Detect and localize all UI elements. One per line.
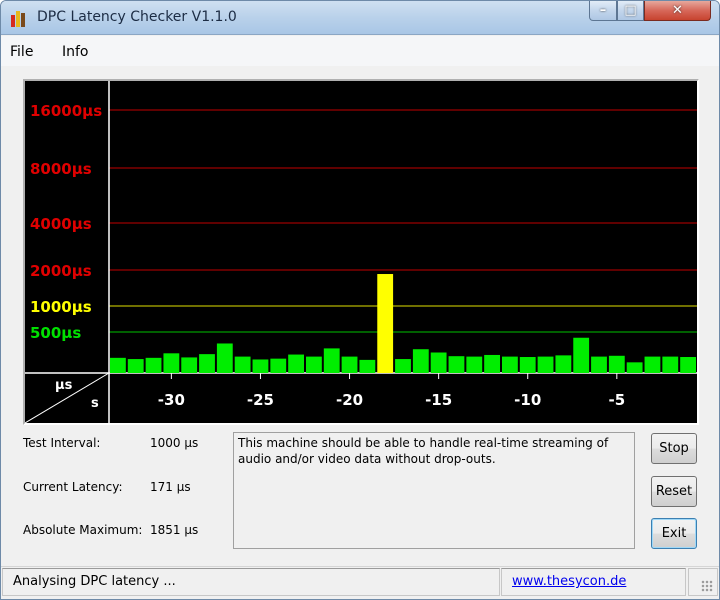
app-window: DPC Latency Checker V1.1.0 – □ ✕ File In… [0,0,720,600]
y-tick-label: 2000µs [30,262,92,280]
size-grip-pane [688,568,718,596]
close-icon: ✕ [672,3,683,18]
latency-chart-frame: 16000µs 8000µs 4000µs 2000µs 1000µs 500µs µs s -… [23,79,699,425]
stop-button[interactable]: Stop [651,433,697,464]
x-tick-label: -5 [608,391,625,409]
status-pane: Analysing DPC latency ... [2,568,500,596]
website-link[interactable]: www.thesycon.de [512,574,626,589]
latency-bar [377,274,394,373]
latency-bar [110,357,126,373]
test-interval-value: 1000 µs [150,436,199,450]
latency-bar [573,337,590,373]
latency-bar [163,353,180,373]
latency-bar [448,356,465,373]
latency-bar [395,359,411,373]
latency-bar [234,356,251,373]
latency-bar [608,355,625,373]
latency-bar [323,348,340,373]
menu-file[interactable]: File [10,44,33,60]
status-bar: Analysing DPC latency ... www.thesycon.d… [1,566,719,599]
latency-bar [216,343,233,373]
current-latency-label: Current Latency: [23,480,123,494]
current-latency-value: 171 µs [150,480,191,494]
latency-bar [466,356,483,373]
latency-bar [644,356,661,373]
window-title: DPC Latency Checker V1.1.0 [37,9,237,25]
y-tick-label: 8000µs [30,160,92,178]
menu-bar: File Info [1,36,719,66]
latency-bar [270,358,287,373]
menu-info[interactable]: Info [62,44,89,60]
result-message-text: This machine should be able to handle re… [238,436,609,466]
x-tick-label: -20 [336,391,363,409]
latency-bar [519,357,536,373]
y-tick-label: 500µs [30,324,81,342]
result-message: This machine should be able to handle re… [233,432,635,549]
latency-bar [662,356,679,373]
latency-bar [555,355,572,373]
corner-x-unit: s [91,396,99,411]
x-tick-label: -25 [247,391,274,409]
latency-bar [680,357,696,373]
maximize-button[interactable]: □ [617,1,644,21]
latency-bar [626,362,643,373]
latency-bar [199,354,215,373]
latency-bar [306,356,322,373]
latency-bar [359,359,376,373]
corner-y-unit: µs [55,378,73,393]
exit-button[interactable]: Exit [651,518,697,549]
title-bar[interactable]: DPC Latency Checker V1.1.0 – □ ✕ [1,1,719,35]
maximize-icon: □ [624,3,637,18]
latency-bar [484,354,500,373]
reset-button[interactable]: Reset [651,476,697,507]
close-button[interactable]: ✕ [644,1,711,21]
app-icon [11,10,28,27]
latency-bar [252,359,269,373]
latency-bar [127,359,144,373]
x-tick-label: -10 [514,391,541,409]
website-pane: www.thesycon.de [501,568,686,596]
latency-bar [591,356,607,373]
status-text: Analysing DPC latency ... [13,574,176,589]
minimize-icon: – [599,3,607,18]
latency-bar [430,352,447,373]
latency-bar [145,357,162,373]
x-tick-label: -15 [425,391,452,409]
y-tick-label: 4000µs [30,215,92,233]
latency-bar [288,354,304,373]
latency-bar [181,357,198,373]
test-interval-label: Test Interval: [23,436,101,450]
y-tick-label: 16000µs [30,102,102,120]
latency-bar [412,349,429,373]
y-tick-label: 1000µs [30,298,92,316]
x-tick-label: -30 [158,391,185,409]
latency-bar [341,356,358,373]
latency-chart: 16000µs 8000µs 4000µs 2000µs 1000µs 500µs µs s -… [25,81,697,423]
size-grip-icon[interactable] [701,580,713,592]
latency-bar [502,356,518,373]
latency-bar [537,356,554,373]
absolute-maximum-label: Absolute Maximum: [23,523,143,537]
minimize-button[interactable]: – [589,1,617,21]
absolute-maximum-value: 1851 µs [150,523,199,537]
